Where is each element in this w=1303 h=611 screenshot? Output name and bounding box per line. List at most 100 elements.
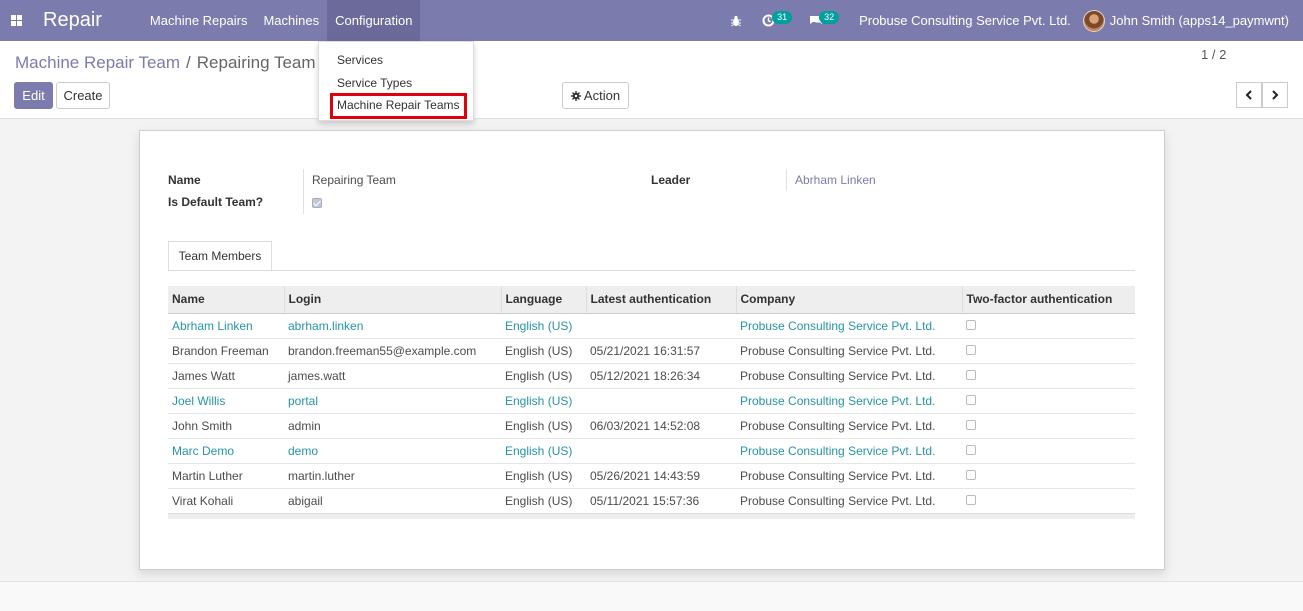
two-factor-checkbox[interactable] bbox=[962, 488, 1135, 514]
name-label: Name bbox=[168, 173, 201, 187]
column-header-two-factor[interactable]: Two-factor authentication bbox=[962, 286, 1135, 314]
breadcrumb-current: Repairing Team bbox=[196, 53, 316, 72]
messages-chat-icon[interactable]: 32 bbox=[799, 0, 840, 41]
table-row[interactable]: Marc Demo demo English (US) Probuse Consult… bbox=[168, 438, 1135, 464]
column-header-language[interactable]: Language bbox=[501, 286, 587, 314]
member-company: Probuse Consulting Service Pvt. Ltd. bbox=[736, 413, 962, 439]
top-navbar: Repair Machine Repairs Machines Configur… bbox=[0, 0, 1303, 41]
user-menu[interactable]: John Smith (apps14_paymwnt) bbox=[1082, 9, 1303, 32]
member-login: brandon.freeman55@example.com bbox=[284, 338, 501, 364]
leader-label: Leader bbox=[651, 173, 691, 187]
member-login: portal bbox=[284, 388, 501, 414]
column-header-login[interactable]: Login bbox=[284, 286, 502, 314]
two-factor-checkbox[interactable] bbox=[962, 463, 1135, 489]
footer-strip bbox=[0, 581, 1303, 611]
leader-link[interactable]: Abrham Linken bbox=[795, 173, 876, 187]
member-login: martin.luther bbox=[284, 463, 501, 489]
configuration-dropdown-menu: Services Service Types Machine Repair Te… bbox=[318, 41, 474, 121]
debug-bug-icon[interactable] bbox=[720, 0, 752, 41]
member-name: Brandon Freeman bbox=[168, 338, 284, 364]
pager-next-button[interactable] bbox=[1262, 82, 1288, 108]
member-latest-auth: 05/11/2021 15:57:36 bbox=[586, 488, 736, 514]
table-row[interactable]: James Watt james.watt English (US) 05/12/20… bbox=[168, 363, 1135, 389]
member-name: Martin Luther bbox=[168, 463, 284, 489]
member-language: English (US) bbox=[501, 363, 586, 389]
edit-button[interactable]: Edit bbox=[14, 82, 53, 109]
table-row[interactable]: Martin Luther martin.luther English (US) 05… bbox=[168, 463, 1135, 489]
member-language: English (US) bbox=[501, 438, 586, 464]
action-button-label: Action bbox=[583, 88, 621, 103]
breadcrumb: Machine Repair Team / Repairing Team bbox=[15, 53, 316, 73]
member-language: English (US) bbox=[501, 413, 586, 439]
member-latest-auth: 05/21/2021 16:31:57 bbox=[586, 338, 736, 364]
company-switcher[interactable]: Probuse Consulting Service Pvt. Ltd. bbox=[847, 13, 1083, 28]
member-language: English (US) bbox=[501, 463, 586, 489]
member-company: Probuse Consulting Service Pvt. Ltd. bbox=[736, 388, 962, 414]
member-login: james.watt bbox=[284, 363, 501, 389]
member-name: Virat Kohali bbox=[168, 488, 284, 514]
member-language: English (US) bbox=[501, 338, 586, 364]
app-name[interactable]: Repair bbox=[43, 9, 102, 32]
column-header-name[interactable]: Name bbox=[168, 286, 285, 314]
member-latest-auth bbox=[586, 388, 736, 414]
member-latest-auth bbox=[586, 438, 736, 464]
activity-clock-icon[interactable]: 31 bbox=[752, 0, 793, 41]
field-divider bbox=[786, 169, 787, 191]
member-name: John Smith bbox=[168, 413, 284, 439]
table-row[interactable]: Joel Willis portal English (US) Probuse Con… bbox=[168, 388, 1135, 414]
highlight-box bbox=[330, 93, 467, 119]
menu-machines[interactable]: Machines bbox=[255, 0, 327, 41]
member-login: demo bbox=[284, 438, 501, 464]
member-company: Probuse Consulting Service Pvt. Ltd. bbox=[736, 438, 962, 464]
activity-count-badge: 31 bbox=[772, 11, 793, 24]
two-factor-checkbox[interactable] bbox=[962, 313, 1135, 339]
member-latest-auth: 05/12/2021 18:26:34 bbox=[586, 363, 736, 389]
team-members-table: Name Login Language Latest authenticatio… bbox=[168, 286, 1135, 514]
two-factor-checkbox[interactable] bbox=[962, 413, 1135, 439]
table-header-row: Name Login Language Latest authenticatio… bbox=[168, 286, 1135, 314]
column-header-latest-auth[interactable]: Latest authentication bbox=[586, 286, 737, 314]
create-button[interactable]: Create bbox=[56, 82, 110, 109]
member-latest-auth: 05/26/2021 14:43:59 bbox=[586, 463, 736, 489]
avatar bbox=[1082, 9, 1105, 32]
two-factor-checkbox[interactable] bbox=[962, 438, 1135, 464]
member-login: abrham.linken bbox=[284, 313, 501, 339]
table-row[interactable]: Brandon Freeman brandon.freeman55@example… bbox=[168, 338, 1135, 364]
chevron-right-icon bbox=[1272, 90, 1279, 100]
tab-divider bbox=[168, 270, 1135, 271]
default-team-label: Is Default Team? bbox=[168, 195, 264, 209]
pager-previous-button[interactable] bbox=[1236, 82, 1262, 108]
default-team-checkbox[interactable] bbox=[312, 196, 322, 211]
table-row[interactable]: Virat Kohali abigail English (US) 05/11/202… bbox=[168, 488, 1135, 514]
column-header-company[interactable]: Company bbox=[736, 286, 963, 314]
menu-configuration[interactable]: Configuration bbox=[327, 0, 421, 41]
control-panel: Machine Repair Team / Repairing Team bbox=[0, 41, 1303, 119]
message-count-badge: 32 bbox=[819, 11, 840, 24]
table-row[interactable]: John Smith admin English (US) 06/03/2021 14… bbox=[168, 413, 1135, 439]
member-login: admin bbox=[284, 413, 501, 439]
menu-machine-repairs[interactable]: Machine Repairs bbox=[142, 0, 256, 41]
pager-value[interactable]: 1 / 2 bbox=[1201, 47, 1226, 62]
action-button[interactable]: Action bbox=[562, 82, 629, 109]
two-factor-checkbox[interactable] bbox=[962, 363, 1135, 389]
menu-item-services[interactable]: Services bbox=[337, 53, 383, 67]
menu-item-service-types[interactable]: Service Types bbox=[337, 76, 412, 90]
table-footer bbox=[168, 513, 1135, 519]
member-latest-auth: 06/03/2021 14:52:08 bbox=[586, 413, 736, 439]
breadcrumb-parent-link[interactable]: Machine Repair Team bbox=[15, 53, 180, 73]
name-value: Repairing Team bbox=[312, 173, 396, 187]
member-company: Probuse Consulting Service Pvt. Ltd. bbox=[736, 363, 962, 389]
table-row[interactable]: Abrham Linken abrham.linken English (US) Pr… bbox=[168, 313, 1135, 339]
member-company: Probuse Consulting Service Pvt. Ltd. bbox=[736, 488, 962, 514]
field-divider bbox=[303, 169, 304, 214]
apps-menu-icon[interactable] bbox=[1, 0, 31, 41]
member-latest-auth bbox=[586, 313, 736, 339]
two-factor-checkbox[interactable] bbox=[962, 388, 1135, 414]
member-name: Marc Demo bbox=[168, 438, 284, 464]
member-company: Probuse Consulting Service Pvt. Ltd. bbox=[736, 463, 962, 489]
two-factor-checkbox[interactable] bbox=[962, 338, 1135, 364]
user-name: John Smith (apps14_paymwnt) bbox=[1109, 13, 1289, 28]
tab-team-members[interactable]: Team Members bbox=[168, 241, 272, 271]
member-language: English (US) bbox=[501, 313, 586, 339]
member-language: English (US) bbox=[501, 488, 586, 514]
